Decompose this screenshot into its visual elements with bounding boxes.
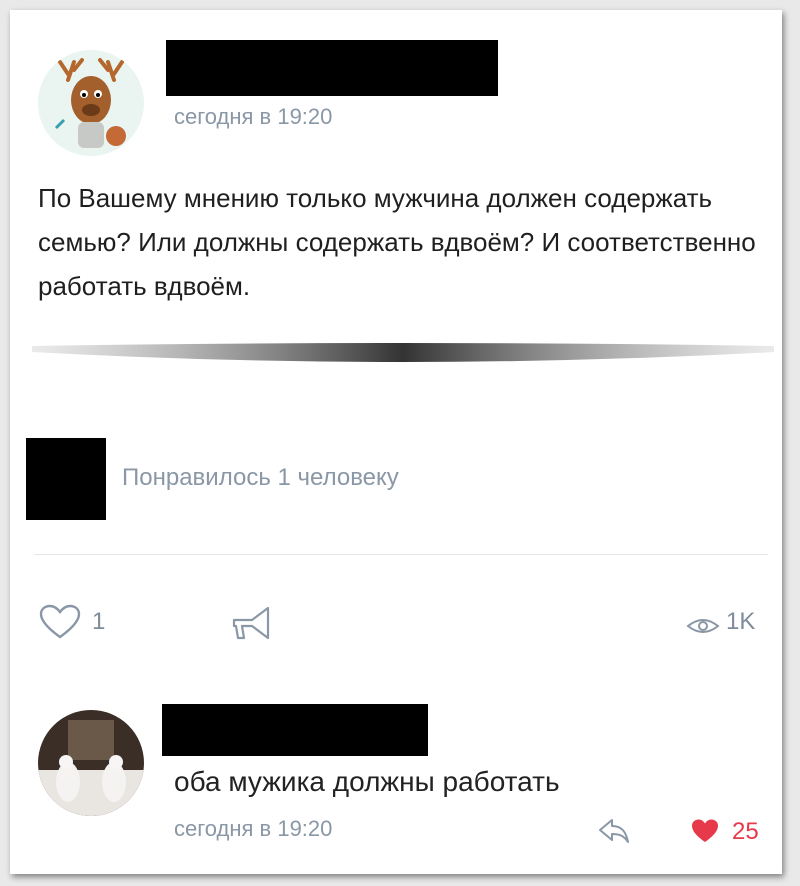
views-count: 1K [726,608,756,635]
post-text: По Вашему мнению только мужчина должен с… [38,183,756,301]
moose-avatar [38,50,144,156]
comment-text: оба мужика должны работать [174,766,560,797]
share-icon [232,606,270,640]
like-button[interactable]: 1 [38,604,138,640]
like-count: 1 [92,608,106,635]
commenter-name-redacted[interactable] [162,704,428,756]
post-card: сегодня в 19:20 По Вашему мнению только … [10,10,782,874]
comment-like-count: 25 [732,818,759,845]
eye-icon [686,619,720,633]
liker-avatar-redacted[interactable] [26,438,106,520]
likes-summary[interactable]: Понравилось 1 человеку [122,464,399,492]
comment-timestamp: сегодня в 19:20 [174,816,333,841]
commenter-avatar[interactable] [38,710,144,816]
reply-button[interactable] [596,816,632,844]
views-indicator: 1K [686,608,776,640]
section-divider [32,342,774,378]
author-name-redacted[interactable] [166,40,498,96]
actions-divider [34,554,768,555]
reply-icon [599,819,629,843]
heart-icon [39,604,81,639]
post-timestamp: сегодня в 19:20 [174,104,333,129]
comment-avatar [38,710,144,816]
share-button[interactable] [228,604,276,644]
author-avatar[interactable] [38,50,144,156]
comment-like-button[interactable]: 25 [690,814,780,846]
heart-filled-icon [692,819,718,842]
